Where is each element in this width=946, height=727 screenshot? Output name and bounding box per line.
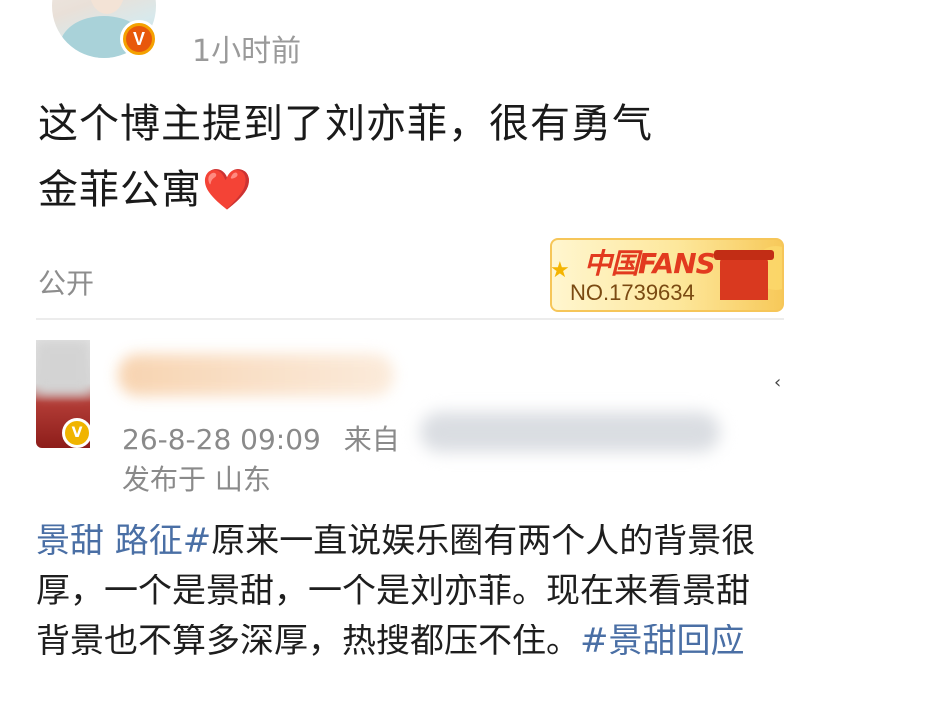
body-text: 原来一直说娱乐圈有两个人的背景很: [211, 524, 756, 558]
quoted-body-line3: 背景也不算多深厚，热搜都压不住。#景甜回应: [36, 624, 784, 658]
post-text-line2-label: 金菲公寓: [38, 167, 202, 213]
body-text: 背景也不算多深厚，热搜都压不住。: [36, 624, 580, 658]
verified-v-icon: V: [120, 20, 158, 58]
chevron-icon[interactable]: ‹: [774, 372, 781, 393]
quoted-body-line1: 景甜 路征#原来一直说娱乐圈有两个人的背景很: [36, 524, 784, 558]
hashtag-link[interactable]: 景甜 路征#: [36, 524, 211, 558]
post-time: 1小时前: [192, 34, 302, 69]
star-icon: ★: [550, 258, 570, 283]
quoted-verified-v-icon: V: [62, 418, 92, 448]
fan-badge-number: NO.1739634: [570, 280, 695, 305]
quoted-location: 发布于 山东: [122, 463, 271, 496]
quoted-meta-line: 26-8-28 09:09 来自: [122, 418, 400, 458]
visibility-label[interactable]: 公开: [38, 262, 94, 302]
avatar-face-graphic: [90, 0, 124, 14]
fan-badge[interactable]: ★ 中国FANS NO.1739634: [550, 238, 784, 312]
body-text: 厚，一个是景甜，一个是刘亦菲。现在来看景甜: [36, 574, 750, 608]
quoted-body-line2: 厚，一个是景甜，一个是刘亦菲。现在来看景甜: [36, 574, 784, 608]
verified-v-glyph: V: [126, 26, 152, 52]
post-text-line1: 这个博主提到了刘亦菲，很有勇气: [38, 101, 653, 147]
tiananmen-icon: [714, 250, 774, 300]
divider: [36, 318, 784, 320]
source-prefix: 来自: [343, 423, 400, 456]
blurred-source-device: [420, 412, 720, 452]
fan-badge-title: 中国FANS: [584, 247, 716, 280]
hashtag-link[interactable]: #景甜回应: [580, 624, 745, 658]
post-text-line2: 金菲公寓❤️: [38, 170, 253, 210]
avatar-blur-graphic: [36, 340, 90, 394]
blurred-username[interactable]: [118, 354, 394, 396]
heart-emoji: ❤️: [202, 167, 253, 213]
quoted-timestamp: 26-8-28 09:09: [122, 423, 321, 456]
